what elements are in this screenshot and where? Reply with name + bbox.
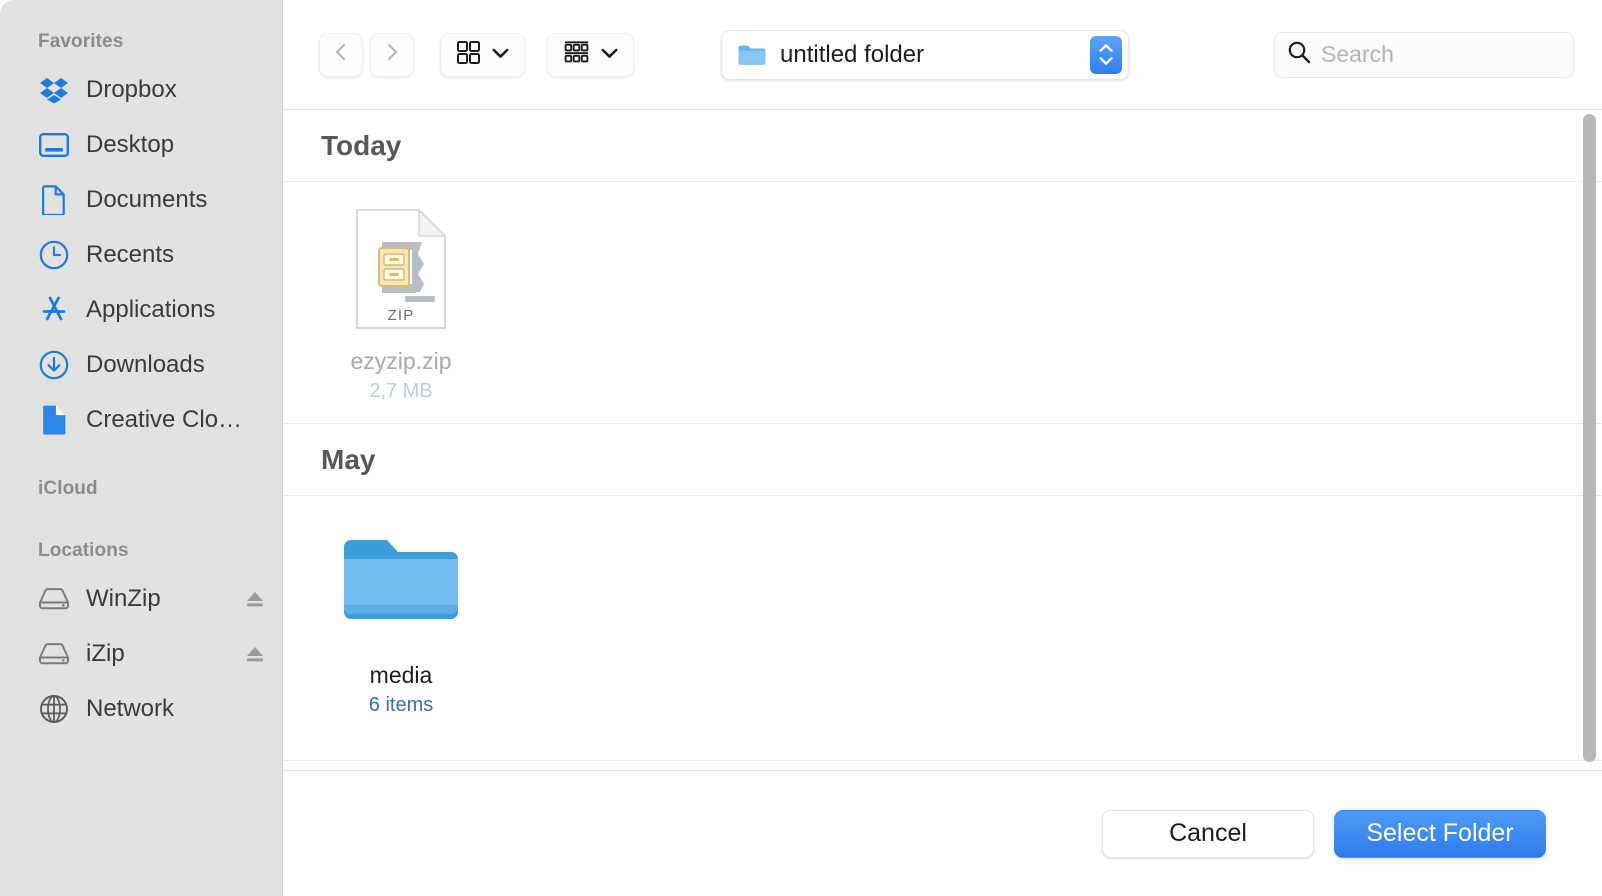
up-down-chevron-icon[interactable] [1090, 35, 1122, 74]
dropbox-icon [38, 74, 70, 106]
navigation-buttons [319, 32, 414, 77]
sidebar-item-creative-cloud[interactable]: Creative Clo… [0, 392, 282, 447]
download-icon [38, 349, 70, 381]
sidebar-item-label: Documents [86, 185, 208, 213]
chevron-down-icon [492, 46, 509, 64]
sidebar-item-label: Desktop [86, 130, 175, 158]
chevron-down-icon [601, 46, 618, 64]
sidebar-item-desktop[interactable]: Desktop [0, 117, 282, 172]
group-body-may: media 6 items [283, 496, 1602, 761]
sidebar-item-label: Applications [86, 295, 216, 323]
sidebar-item-downloads[interactable]: Downloads [0, 337, 282, 392]
sidebar-item-documents[interactable]: Documents [0, 172, 282, 227]
folder-item-count: 6 items [368, 694, 434, 716]
sidebar-item-label: Dropbox [86, 75, 177, 103]
sidebar-item-recents[interactable]: Recents [0, 227, 282, 282]
sidebar-item-winzip[interactable]: WinZip [0, 571, 282, 626]
chevron-right-icon [381, 41, 403, 68]
file-item-size: 2,7 MB [369, 380, 433, 402]
search-field[interactable] [1274, 31, 1574, 78]
network-icon [38, 693, 70, 725]
drive-icon [38, 583, 70, 615]
applications-icon [38, 294, 70, 326]
clock-icon [38, 239, 70, 271]
dialog-footer: Cancel Select Folder [283, 770, 1602, 896]
vertical-scrollbar[interactable] [1583, 114, 1596, 762]
sidebar-section-header-favorites: Favorites [38, 31, 124, 52]
icon-view-icon [456, 40, 481, 70]
group-header-may: May [283, 424, 1602, 496]
creative-cloud-icon [38, 404, 70, 436]
zip-badge-text: ZIP [388, 307, 415, 324]
sidebar-item-dropbox[interactable]: Dropbox [0, 62, 282, 117]
eject-icon[interactable] [244, 588, 266, 610]
folder-item-name: media [369, 662, 433, 688]
sidebar-item-label: Recents [86, 240, 175, 268]
sidebar: Favorites Dropbox Desktop Documents Rece… [0, 0, 283, 896]
group-by-button[interactable] [547, 32, 634, 77]
sidebar-item-network[interactable]: Network [0, 681, 282, 736]
group-header-today: Today [283, 110, 1602, 182]
zip-file-icon: ZIP [355, 206, 447, 331]
sidebar-item-label: iZip [86, 639, 125, 667]
chevron-left-icon [330, 41, 352, 68]
sidebar-item-label: WinZip [86, 584, 161, 612]
folder-icon [737, 43, 767, 67]
folder-item-media[interactable]: media 6 items [321, 520, 481, 740]
search-icon [1287, 40, 1311, 69]
folder-icon [342, 520, 460, 645]
search-input[interactable] [1321, 41, 1561, 68]
file-item-name: ezyzip.zip [350, 348, 452, 374]
sidebar-item-label: Network [86, 694, 175, 722]
document-icon [38, 184, 70, 216]
group-body-today: ZIP ezyzip.zip 2,7 MB [283, 182, 1602, 424]
sidebar-item-applications[interactable]: Applications [0, 282, 282, 337]
view-mode-button[interactable] [440, 32, 525, 77]
desktop-icon [38, 129, 70, 161]
sidebar-item-izip[interactable]: iZip [0, 626, 282, 681]
select-folder-button[interactable]: Select Folder [1334, 809, 1546, 858]
toolbar: untitled folder [283, 0, 1602, 110]
sidebar-section-header-locations: Locations [38, 540, 129, 561]
path-popup-button[interactable]: untitled folder [721, 29, 1129, 80]
folder-picker-dialog: Favorites Dropbox Desktop Documents Rece… [0, 0, 1602, 896]
forward-button[interactable] [370, 32, 414, 77]
sidebar-item-label: Creative Clo… [86, 405, 243, 433]
eject-icon[interactable] [244, 643, 266, 665]
main-pane: untitled folder Search Today ZIP ezyzip.… [283, 0, 1602, 896]
group-by-icon [563, 40, 590, 70]
sidebar-item-label: Downloads [86, 350, 205, 378]
sidebar-section-header-icloud: iCloud [38, 478, 98, 499]
file-browser: Today ZIP ezyzip.zip 2,7 MB May media 6 … [283, 110, 1602, 770]
path-label: untitled folder [780, 40, 925, 68]
cancel-button[interactable]: Cancel [1102, 809, 1314, 858]
back-button[interactable] [319, 32, 363, 77]
file-item-ezyzip-zip[interactable]: ZIP ezyzip.zip 2,7 MB [321, 206, 481, 403]
drive-icon [38, 638, 70, 670]
